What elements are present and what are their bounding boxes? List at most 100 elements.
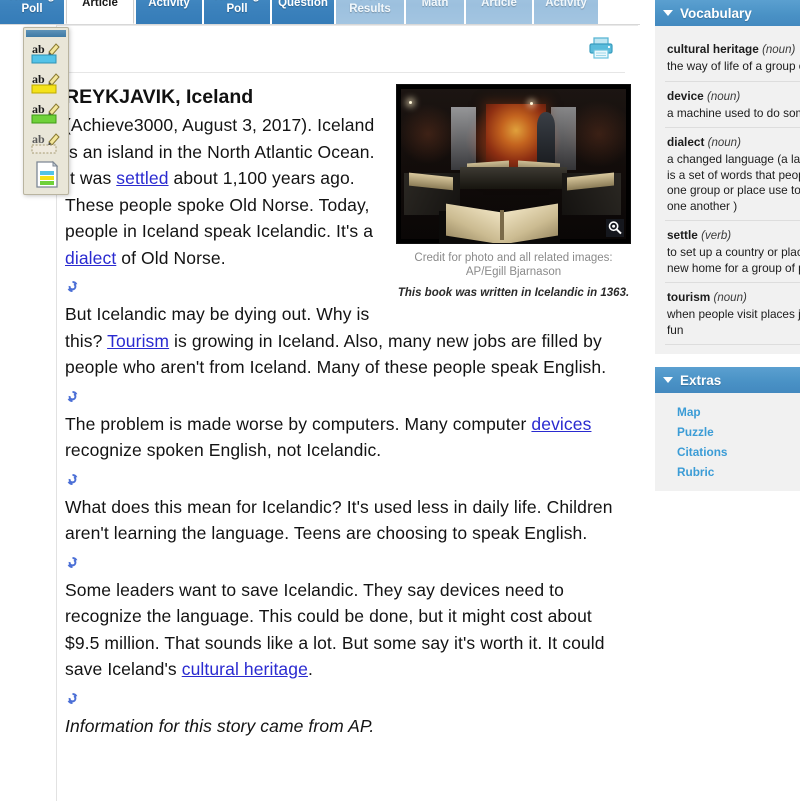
vocab-entry: tourism (noun) when people visit places j… bbox=[655, 283, 800, 344]
extras-link-map[interactable]: Map bbox=[655, 402, 800, 422]
extras-link-rubric[interactable]: Rubric bbox=[655, 462, 800, 482]
extras-panel: Extras Map Puzzle Citations Rubric bbox=[655, 367, 800, 491]
paragraph-text: recognize spoken English, not Icelandic. bbox=[65, 440, 382, 460]
vocab-term-row: device (noun) bbox=[667, 87, 800, 105]
article-photo[interactable] bbox=[396, 84, 631, 244]
photo-credit: Credit for photo and all related images:… bbox=[414, 252, 613, 278]
vocab-definition-line: the way of life of a group o bbox=[667, 59, 800, 73]
source-note: Information for this story came from AP. bbox=[65, 715, 375, 736]
paragraph-refresh-row bbox=[65, 381, 631, 411]
highlighter-green-icon[interactable]: ab bbox=[29, 100, 63, 129]
vocab-part-of-speech: (noun) bbox=[707, 137, 741, 149]
paragraph-text: . bbox=[307, 659, 313, 679]
chevron-down-icon bbox=[663, 377, 673, 383]
vocab-divider bbox=[665, 344, 800, 345]
refresh-paragraph-icon[interactable] bbox=[65, 279, 80, 294]
photo-caption: This book was written in Icelandic in 13… bbox=[397, 287, 630, 299]
tab-math[interactable]: Math bbox=[406, 0, 464, 24]
vocab-term-row: cultural heritage (noun) bbox=[667, 40, 800, 58]
article-pane: Credit for photo and all related images:… bbox=[56, 25, 638, 801]
article-paragraph: What does this mean for Icelandic? It's … bbox=[65, 494, 631, 547]
tab-reading-poll[interactable]: Reading Poll bbox=[0, 0, 64, 24]
extras-panel-title: Extras bbox=[680, 372, 722, 388]
vocab-definition-line: new home for a group of p bbox=[667, 260, 800, 275]
tab-reading-poll[interactable]: Reading Poll bbox=[204, 0, 270, 24]
svg-text:ab: ab bbox=[32, 132, 45, 146]
vocab-term: cultural heritage bbox=[667, 42, 763, 56]
highlighter-blue-icon[interactable]: ab bbox=[29, 40, 63, 69]
vocab-definition-line: one another ) bbox=[667, 198, 738, 213]
notes-page-icon[interactable] bbox=[29, 160, 63, 189]
refresh-paragraph-icon[interactable] bbox=[65, 472, 80, 487]
vocab-part-of-speech: (verb) bbox=[701, 230, 732, 242]
vocab-entry: device (noun) a machine used to do som bbox=[655, 82, 800, 128]
print-icon[interactable] bbox=[588, 36, 614, 60]
extras-link-puzzle[interactable]: Puzzle bbox=[655, 422, 800, 442]
tab-article[interactable]: Article bbox=[466, 0, 532, 24]
paragraph-text: Some leaders want to save Icelandic. The… bbox=[65, 579, 605, 680]
vocabulary-panel-title: Vocabulary bbox=[680, 5, 752, 21]
vocab-definition-line: is a set of words that peop bbox=[667, 167, 800, 182]
tab-activity[interactable]: Activity bbox=[136, 0, 202, 24]
tab-activity[interactable]: Activity bbox=[534, 0, 598, 24]
paragraph-text: The problem is made worse by computers. … bbox=[65, 413, 532, 434]
svg-text:ab: ab bbox=[32, 72, 45, 86]
refresh-paragraph-icon[interactable] bbox=[65, 389, 80, 404]
print-button-row bbox=[588, 36, 628, 64]
paragraph-refresh-row bbox=[65, 547, 631, 577]
vocab-term: dialect bbox=[667, 135, 708, 149]
svg-text:ab: ab bbox=[32, 42, 45, 56]
vocab-term-row: tourism (noun) bbox=[667, 288, 800, 306]
vocabulary-panel: Vocabulary cultural heritage (noun) the w… bbox=[655, 0, 800, 354]
vocab-entry: settle (verb) to set up a country or plac… bbox=[655, 221, 800, 282]
svg-text:ab: ab bbox=[32, 102, 45, 116]
article-body: Credit for photo and all related images:… bbox=[65, 84, 631, 739]
vocab-term: settle bbox=[667, 228, 702, 242]
vocab-definition-line: fun bbox=[667, 322, 684, 337]
refresh-paragraph-icon[interactable] bbox=[65, 555, 80, 570]
vocab-definition-line: to set up a country or plac bbox=[667, 245, 800, 259]
article-paragraph: But Icelandic may be dying out. Why is t… bbox=[65, 301, 631, 381]
vocab-part-of-speech: (noun) bbox=[762, 44, 796, 56]
vocab-term: device bbox=[667, 88, 708, 103]
paragraph-refresh-row bbox=[65, 464, 631, 494]
vocabulary-list: cultural heritage (noun) the way of life … bbox=[655, 26, 800, 354]
extras-panel-header[interactable]: Extras bbox=[655, 367, 800, 393]
vocab-term: tourism bbox=[667, 290, 714, 304]
vocab-entry: dialect (noun) a changed language (a lan i… bbox=[655, 128, 800, 220]
vocab-definition-line: a machine used to do som bbox=[667, 105, 800, 120]
tab-poll-results[interactable]: Poll Results bbox=[336, 0, 404, 24]
content-divider bbox=[65, 72, 625, 73]
vocab-link-cultural-heritage[interactable]: cultural heritage bbox=[182, 659, 308, 679]
vocab-link-tourism[interactable]: Tourism bbox=[107, 331, 169, 351]
vocab-entry: cultural heritage (noun) the way of life … bbox=[655, 35, 800, 81]
refresh-paragraph-icon[interactable] bbox=[65, 691, 80, 706]
extras-link-citations[interactable]: Citations bbox=[655, 442, 800, 462]
paragraph-text: of Old Norse. bbox=[116, 247, 226, 268]
vocabulary-panel-header[interactable]: Vocabulary bbox=[655, 0, 800, 26]
photo-block: Credit for photo and all related images:… bbox=[396, 84, 631, 300]
highlighter-clear-icon[interactable]: ab bbox=[29, 130, 63, 159]
paragraph-refresh-row bbox=[65, 683, 631, 713]
vocab-term-row: dialect (noun) bbox=[667, 133, 800, 151]
highlighter-yellow-icon[interactable]: ab bbox=[29, 70, 63, 99]
vocab-part-of-speech: (noun) bbox=[713, 292, 747, 304]
vocab-term-row: settle (verb) bbox=[667, 226, 800, 244]
article-paragraph: The problem is made worse by computers. … bbox=[65, 411, 631, 464]
right-sidebar: Vocabulary cultural heritage (noun) the w… bbox=[655, 0, 800, 801]
vocab-definition-line: one group or place use to bbox=[667, 183, 800, 197]
tab-bar: Reading PollArticleActivityReading PollQ… bbox=[0, 0, 640, 24]
magnifier-icon[interactable] bbox=[606, 219, 624, 237]
vocab-link-devices[interactable]: devices bbox=[531, 414, 591, 434]
palette-drag-handle[interactable] bbox=[26, 30, 66, 37]
vocab-link-settled[interactable]: settled bbox=[116, 168, 168, 188]
extras-list: Map Puzzle Citations Rubric bbox=[655, 393, 800, 491]
tab-article[interactable]: Article bbox=[66, 0, 134, 24]
chevron-down-icon bbox=[663, 10, 673, 16]
paragraph-text: What does this mean for Icelandic? It's … bbox=[65, 496, 613, 544]
tab-question[interactable]: Question bbox=[272, 0, 334, 24]
vocab-definition-line: a changed language (a lan bbox=[667, 152, 800, 166]
vocab-link-dialect[interactable]: dialect bbox=[65, 248, 116, 268]
vocab-part-of-speech: (noun) bbox=[707, 90, 741, 103]
highlighter-palette[interactable]: ab ab ab ab bbox=[23, 27, 69, 195]
